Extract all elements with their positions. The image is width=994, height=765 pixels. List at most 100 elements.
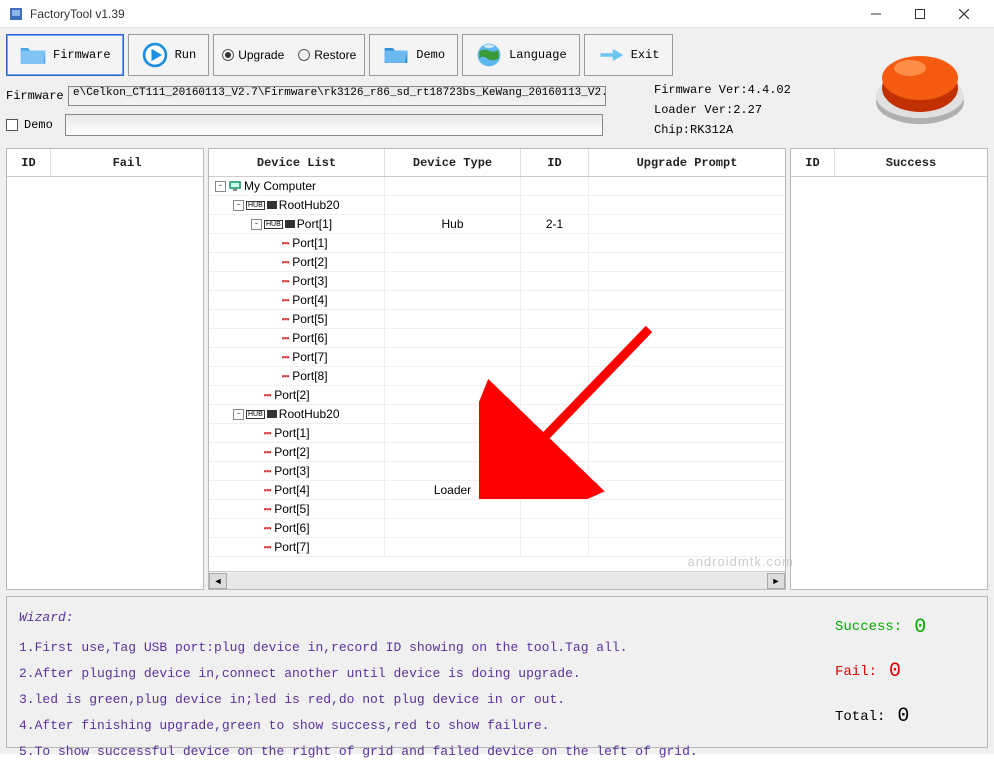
device-grid: Device List Device Type ID Upgrade Promp… (208, 148, 786, 590)
device-row[interactable]: -HUBRootHub20 (209, 405, 785, 424)
restore-radio-label: Restore (314, 48, 356, 62)
wizard-line: 4.After finishing upgrade,green to show … (19, 713, 825, 739)
total-stat-label: Total: (835, 709, 885, 725)
close-button[interactable] (942, 0, 986, 28)
success-grid: ID Success (790, 148, 988, 590)
play-icon (141, 41, 169, 69)
device-label: Port[1] (274, 426, 309, 440)
device-label: My Computer (244, 179, 316, 193)
tree-expander[interactable]: - (233, 200, 244, 211)
restore-radio[interactable]: Restore (298, 48, 356, 62)
device-type-cell (385, 405, 521, 423)
firmware-path-input[interactable]: e\Celkon_CT111_20160113_V2.7\Firmware\rk… (68, 86, 606, 106)
device-row[interactable]: ⎓Port[2] (209, 443, 785, 462)
watermark: androidmtk.com (688, 554, 794, 569)
demo-input[interactable] (65, 114, 603, 136)
device-id-cell (521, 443, 589, 461)
device-label: Port[8] (292, 369, 327, 383)
device-row[interactable]: ⎓Port[3] (209, 272, 785, 291)
firmware-button-label: Firmware (53, 48, 111, 62)
device-row[interactable]: ⎓Port[6] (209, 519, 785, 538)
device-type-cell (385, 272, 521, 290)
firmware-button[interactable]: Firmware (6, 34, 124, 76)
upgrade-radio[interactable]: Upgrade (222, 48, 284, 62)
device-id-cell (521, 253, 589, 271)
tree-expander[interactable]: - (233, 409, 244, 420)
device-label: Port[2] (274, 445, 309, 459)
device-label: Port[6] (292, 331, 327, 345)
firmware-path-label: Firmware (6, 89, 64, 103)
tree-expander[interactable]: - (251, 219, 262, 230)
device-id-cell (521, 272, 589, 290)
device-type-cell (385, 196, 521, 214)
device-label: Port[1] (292, 236, 327, 250)
demo-checkbox[interactable] (6, 119, 18, 131)
radio-dot-icon (222, 49, 234, 61)
status-led-button[interactable] (870, 40, 970, 130)
device-tree[interactable]: -My Computer-HUBRootHub20-HUBPort[1]Hub2… (209, 177, 785, 571)
device-row[interactable]: ⎓Port[7] (209, 348, 785, 367)
device-type-cell (385, 367, 521, 385)
device-row[interactable]: ⎓Port[2] (209, 386, 785, 405)
device-row[interactable]: ⎓Port[4]Loader8 (209, 481, 785, 500)
device-id-header: ID (521, 149, 589, 176)
device-row[interactable]: ⎓Port[2] (209, 253, 785, 272)
device-label: Port[2] (292, 255, 327, 269)
wizard-panel: Wizard: 1.First use,Tag USB port:plug de… (6, 596, 988, 748)
demo-checkbox-label: Demo (24, 118, 53, 132)
device-row[interactable]: ⎓Port[8] (209, 367, 785, 386)
device-type-cell: Hub (385, 215, 521, 233)
device-row[interactable]: ⎓Port[1] (209, 234, 785, 253)
device-type-cell (385, 234, 521, 252)
device-label: Port[1] (297, 217, 332, 231)
device-row[interactable]: -HUBRootHub20 (209, 196, 785, 215)
success-stat-value: 0 (914, 616, 926, 639)
device-type-cell (385, 291, 521, 309)
device-label: Port[5] (274, 502, 309, 516)
device-id-cell (521, 538, 589, 556)
device-row[interactable]: ⎓Port[6] (209, 329, 785, 348)
device-label: RootHub20 (279, 198, 340, 212)
device-label: RootHub20 (279, 407, 340, 421)
upgrade-prompt-header: Upgrade Prompt (589, 149, 785, 176)
device-type-cell (385, 310, 521, 328)
wizard-title: Wizard: (19, 605, 825, 631)
horizontal-scrollbar[interactable]: ◄ ► (209, 571, 785, 589)
device-type-cell (385, 424, 521, 442)
device-id-cell (521, 177, 589, 195)
device-row[interactable]: ⎓Port[1] (209, 424, 785, 443)
device-id-cell (521, 329, 589, 347)
device-id-cell (521, 500, 589, 518)
run-button[interactable]: Run (128, 34, 210, 76)
device-type-cell (385, 177, 521, 195)
scroll-right-button[interactable]: ► (767, 573, 785, 589)
firmware-version: Firmware Ver:4.4.02 (654, 80, 791, 100)
exit-button[interactable]: Exit (584, 34, 673, 76)
device-row[interactable]: - My Computer (209, 177, 785, 196)
device-type-cell (385, 462, 521, 480)
device-row[interactable]: ⎓Port[5] (209, 500, 785, 519)
device-row[interactable]: -HUBPort[1]Hub2-1 (209, 215, 785, 234)
device-label: Port[7] (292, 350, 327, 364)
demo-button[interactable]: Demo (369, 34, 458, 76)
device-type-cell: Loader (385, 481, 521, 499)
scroll-track[interactable] (227, 573, 767, 589)
run-button-label: Run (175, 48, 197, 62)
device-list-header: Device List (209, 149, 385, 176)
language-button[interactable]: Language (462, 34, 580, 76)
device-id-cell: 2-1 (521, 215, 589, 233)
minimize-button[interactable] (854, 0, 898, 28)
device-row[interactable]: ⎓Port[5] (209, 310, 785, 329)
device-type-cell (385, 253, 521, 271)
wizard-line: 2.After pluging device in,connect anothe… (19, 661, 825, 687)
fail-grid-id-header: ID (7, 149, 51, 176)
maximize-button[interactable] (898, 0, 942, 28)
title-bar: FactoryTool v1.39 (0, 0, 994, 28)
device-label: Port[4] (292, 293, 327, 307)
mode-radio-group: Upgrade Restore (213, 34, 365, 76)
tree-expander[interactable]: - (215, 181, 226, 192)
device-row[interactable]: ⎓Port[3] (209, 462, 785, 481)
device-id-cell (521, 519, 589, 537)
device-row[interactable]: ⎓Port[4] (209, 291, 785, 310)
scroll-left-button[interactable]: ◄ (209, 573, 227, 589)
